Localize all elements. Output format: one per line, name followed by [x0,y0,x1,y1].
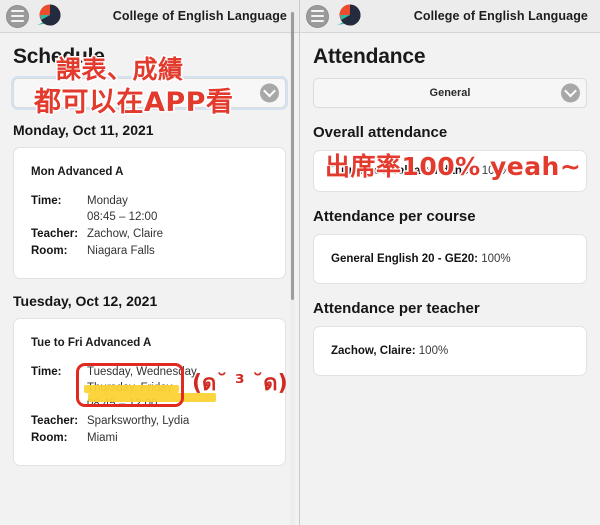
attendance-course-selector-value: General [429,87,471,99]
date-heading: Monday, Oct 11, 2021 [13,122,154,138]
section-heading-per-course: Attendance per course [313,208,476,225]
field-key: Teacher: [31,415,79,427]
course-title: Tue to Fri Advanced A [31,337,152,349]
course-field-room: Room: Niagara Falls [31,243,272,259]
course-field-teacher: Teacher: Sparksworthy, Lydia [31,413,272,429]
attendance-per-teacher-card: Zachow, Claire: 100% [313,326,587,376]
stat-row: Current overall attendance: 100% [329,165,573,177]
field-value: Monday 08:45 – 12:00 [87,195,158,223]
annotation-red-box [76,363,184,407]
date-heading: Tuesday, Oct 12, 2021 [13,293,158,309]
field-value: Sparksworthy, Lydia [87,415,190,427]
left-panel-schedule: College of English Language Schedule Mon… [0,0,300,525]
right-app-bar: College of English Language [300,0,600,33]
course-field-room: Room: Miami [31,430,272,446]
app-screenshot: College of English Language Schedule Mon… [0,0,600,525]
app-title: College of English Language [413,9,588,23]
right-panel-attendance: College of English Language Attendance G… [300,0,600,525]
course-field-teacher: Teacher: Zachow, Claire [31,226,272,242]
field-value: Niagara Falls [87,245,155,257]
field-key: Teacher: [31,228,79,240]
stat-value: 100% [481,165,512,177]
chevron-down-icon[interactable] [260,83,279,103]
page-title-attendance: Attendance [313,45,426,68]
stat-value: 100% [418,345,449,357]
section-heading-overall: Overall attendance [313,124,448,141]
attendance-course-selector[interactable]: General [313,78,587,108]
app-title: College of English Language [112,9,287,23]
stat-row: General English 20 - GE20: 100% [331,253,573,265]
stat-value: 100% [481,253,511,265]
field-value: Miami [87,432,118,444]
page-title-schedule: Schedule [13,45,105,68]
right-page-body: Attendance General Overall attendance Cu… [300,45,600,525]
attendance-per-course-card: General English 20 - GE20: 100% [313,234,587,284]
schedule-selector[interactable] [13,78,286,108]
speech-bubble-logo-icon [36,3,62,29]
field-key: Room: [31,245,68,257]
stat-label: Current overall attendance: [329,165,479,177]
stat-label: General English 20 - GE20: [331,253,478,265]
stat-label: Zachow, Claire: [331,345,416,357]
course-title: Mon Advanced A [31,166,124,178]
left-app-bar: College of English Language [0,0,299,33]
overall-attendance-card: Current overall attendance: 100% [313,150,587,192]
hamburger-icon[interactable] [6,4,29,28]
field-key: Room: [31,432,68,444]
speech-bubble-logo-icon [336,3,362,29]
stat-row: Zachow, Claire: 100% [331,345,573,357]
field-key: Time: [31,195,62,207]
field-value: Zachow, Claire [87,228,164,240]
scrollbar-thumb[interactable] [291,12,294,300]
chevron-down-icon[interactable] [561,83,580,103]
section-heading-per-teacher: Attendance per teacher [313,300,480,317]
left-page-body: Schedule Monday, Oct 11, 2021 Mon Advanc… [0,45,299,525]
course-field-time: Time: Monday 08:45 – 12:00 [31,193,272,225]
annotation-emoticon: (ด˘ ³ ˘ด) [192,371,288,396]
hamburger-icon[interactable] [306,4,329,28]
schedule-card[interactable]: Mon Advanced A Time: Monday 08:45 – 12:0… [13,147,286,279]
